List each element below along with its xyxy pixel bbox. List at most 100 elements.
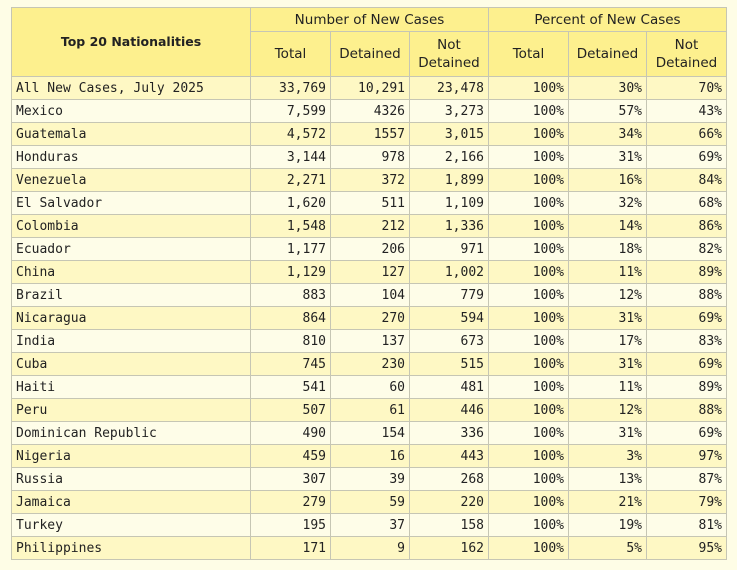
pct-detained-cell: 31% <box>568 421 647 445</box>
total-cell: 1,129 <box>250 260 331 284</box>
not-detained-cell: 268 <box>409 467 489 491</box>
pct-total-cell: 100% <box>488 444 569 468</box>
table-row: Turkey 195 37 158 100% 19% 81% <box>11 513 727 537</box>
pct-detained-cell: 16% <box>568 168 647 192</box>
nationality-cell: All New Cases, July 2025 <box>11 76 251 100</box>
nationality-cell: Nicaragua <box>11 306 251 330</box>
pct-not-detained-cell: 69% <box>646 145 727 169</box>
pct-not-detained-cell: 95% <box>646 536 727 560</box>
not-detained-cell: 158 <box>409 513 489 537</box>
nationality-cell: Brazil <box>11 283 251 307</box>
nationality-cell: Haiti <box>11 375 251 399</box>
pct-detained-cell: 11% <box>568 375 647 399</box>
table-row: El Salvador 1,620 511 1,109 100% 32% 68% <box>11 191 727 215</box>
nationality-cell: Mexico <box>11 99 251 123</box>
header-percent-not-detained: Not Detained <box>646 31 727 77</box>
table-row: Honduras 3,144 978 2,166 100% 31% 69% <box>11 145 727 169</box>
detained-cell: 9 <box>330 536 410 560</box>
pct-total-cell: 100% <box>488 352 569 376</box>
nationality-cell: Guatemala <box>11 122 251 146</box>
detained-cell: 372 <box>330 168 410 192</box>
table-row: Brazil 883 104 779 100% 12% 88% <box>11 283 727 307</box>
pct-not-detained-cell: 69% <box>646 352 727 376</box>
detained-cell: 127 <box>330 260 410 284</box>
table-row: Peru 507 61 446 100% 12% 88% <box>11 398 727 422</box>
not-detained-cell: 779 <box>409 283 489 307</box>
not-detained-cell: 2,166 <box>409 145 489 169</box>
pct-not-detained-cell: 87% <box>646 467 727 491</box>
detained-cell: 212 <box>330 214 410 238</box>
pct-detained-cell: 31% <box>568 306 647 330</box>
pct-detained-cell: 18% <box>568 237 647 261</box>
not-detained-cell: 443 <box>409 444 489 468</box>
not-detained-cell: 23,478 <box>409 76 489 100</box>
table-row: Dominican Republic 490 154 336 100% 31% … <box>11 421 727 445</box>
not-detained-cell: 1,336 <box>409 214 489 238</box>
total-cell: 2,271 <box>250 168 331 192</box>
pct-total-cell: 100% <box>488 283 569 307</box>
total-cell: 864 <box>250 306 331 330</box>
pct-detained-cell: 31% <box>568 352 647 376</box>
pct-detained-cell: 34% <box>568 122 647 146</box>
pct-not-detained-cell: 88% <box>646 283 727 307</box>
pct-total-cell: 100% <box>488 214 569 238</box>
nationality-cell: Dominican Republic <box>11 421 251 445</box>
pct-detained-cell: 13% <box>568 467 647 491</box>
nationality-cell: Colombia <box>11 214 251 238</box>
pct-detained-cell: 12% <box>568 398 647 422</box>
detained-cell: 4326 <box>330 99 410 123</box>
nationality-cell: China <box>11 260 251 284</box>
detained-cell: 60 <box>330 375 410 399</box>
total-cell: 7,599 <box>250 99 331 123</box>
pct-total-cell: 100% <box>488 536 569 560</box>
detained-cell: 154 <box>330 421 410 445</box>
header-percent-detained: Detained <box>568 31 647 77</box>
header-top-20-nationalities: Top 20 Nationalities <box>11 7 251 77</box>
nationalities-table: Top 20 Nationalities Number of New Cases… <box>11 7 727 560</box>
total-cell: 541 <box>250 375 331 399</box>
pct-detained-cell: 21% <box>568 490 647 514</box>
table-row: All New Cases, July 2025 33,769 10,291 2… <box>11 76 727 100</box>
table-row: Nigeria 459 16 443 100% 3% 97% <box>11 444 727 468</box>
not-detained-cell: 673 <box>409 329 489 353</box>
detained-cell: 1557 <box>330 122 410 146</box>
pct-total-cell: 100% <box>488 191 569 215</box>
nationality-cell: Russia <box>11 467 251 491</box>
nationality-cell: Cuba <box>11 352 251 376</box>
pct-total-cell: 100% <box>488 145 569 169</box>
pct-total-cell: 100% <box>488 237 569 261</box>
pct-not-detained-cell: 86% <box>646 214 727 238</box>
pct-not-detained-cell: 89% <box>646 375 727 399</box>
total-cell: 4,572 <box>250 122 331 146</box>
pct-detained-cell: 19% <box>568 513 647 537</box>
pct-not-detained-cell: 66% <box>646 122 727 146</box>
table-row: Jamaica 279 59 220 100% 21% 79% <box>11 490 727 514</box>
pct-detained-cell: 17% <box>568 329 647 353</box>
table-row: Venezuela 2,271 372 1,899 100% 16% 84% <box>11 168 727 192</box>
pct-detained-cell: 3% <box>568 444 647 468</box>
pct-not-detained-cell: 69% <box>646 421 727 445</box>
not-detained-cell: 446 <box>409 398 489 422</box>
table-row: Ecuador 1,177 206 971 100% 18% 82% <box>11 237 727 261</box>
pct-total-cell: 100% <box>488 490 569 514</box>
header-number-detained: Detained <box>330 31 410 77</box>
pct-total-cell: 100% <box>488 168 569 192</box>
pct-total-cell: 100% <box>488 306 569 330</box>
pct-detained-cell: 31% <box>568 145 647 169</box>
table-row: Mexico 7,599 4326 3,273 100% 57% 43% <box>11 99 727 123</box>
detained-cell: 206 <box>330 237 410 261</box>
total-cell: 745 <box>250 352 331 376</box>
total-cell: 33,769 <box>250 76 331 100</box>
header-number-not-detained: Not Detained <box>409 31 489 77</box>
pct-total-cell: 100% <box>488 99 569 123</box>
pct-detained-cell: 5% <box>568 536 647 560</box>
not-detained-cell: 481 <box>409 375 489 399</box>
not-detained-cell: 1,899 <box>409 168 489 192</box>
pct-total-cell: 100% <box>488 329 569 353</box>
nationality-cell: Honduras <box>11 145 251 169</box>
pct-total-cell: 100% <box>488 76 569 100</box>
pct-not-detained-cell: 82% <box>646 237 727 261</box>
detained-cell: 61 <box>330 398 410 422</box>
table-row: Guatemala 4,572 1557 3,015 100% 34% 66% <box>11 122 727 146</box>
pct-not-detained-cell: 69% <box>646 306 727 330</box>
